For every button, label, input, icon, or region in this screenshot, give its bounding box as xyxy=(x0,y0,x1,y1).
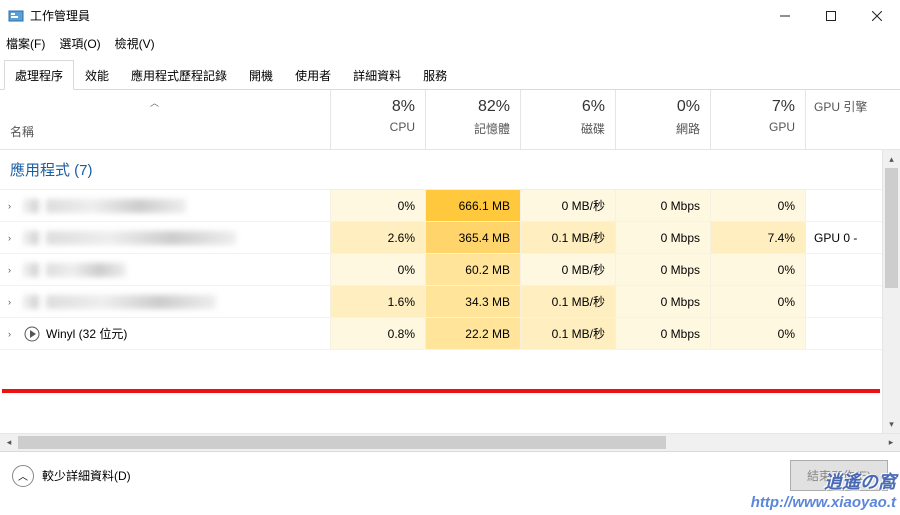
scroll-thumb[interactable] xyxy=(885,168,898,288)
cell-net: 0 Mbps xyxy=(615,222,710,253)
cell-gpu-engine xyxy=(805,254,882,285)
scroll-left-icon[interactable]: ◂ xyxy=(0,437,18,448)
cell-mem: 60.2 MB xyxy=(425,254,520,285)
header-disk[interactable]: 6%磁碟 xyxy=(520,90,615,149)
expand-chevron-icon[interactable]: › xyxy=(8,201,18,211)
maximize-button[interactable] xyxy=(808,0,854,32)
cell-net: 0 Mbps xyxy=(615,318,710,349)
cell-cpu: 2.6% xyxy=(330,222,425,253)
menu-options[interactable]: 選項(O) xyxy=(59,35,100,52)
table-row[interactable]: ›0%666.1 MB0 MB/秒0 Mbps0% xyxy=(0,190,882,222)
end-task-button[interactable]: 結束工作(E) xyxy=(790,460,888,491)
cell-mem: 365.4 MB xyxy=(425,222,520,253)
footer: ︿ 較少詳細資料(D) 結束工作(E) xyxy=(0,451,900,499)
cell-mem: 22.2 MB xyxy=(425,318,520,349)
header-network[interactable]: 0%網路 xyxy=(615,90,710,149)
play-icon xyxy=(24,326,40,342)
hscroll-thumb[interactable] xyxy=(18,436,666,449)
table-row[interactable]: ›0%60.2 MB0 MB/秒0 Mbps0% xyxy=(0,254,882,286)
table-row[interactable]: › 2.6%365.4 MB0.1 MB/秒0 Mbps7.4%GPU 0 - xyxy=(0,222,882,254)
cell-cpu: 0% xyxy=(330,254,425,285)
cell-gpu-engine xyxy=(805,286,882,317)
cell-gpu-engine xyxy=(805,190,882,221)
cell-gpu-engine: GPU 0 - xyxy=(805,222,882,253)
tab-5[interactable]: 詳細資料 xyxy=(342,60,412,90)
cell-net: 0 Mbps xyxy=(615,254,710,285)
process-name-redacted xyxy=(46,295,216,309)
tab-6[interactable]: 服務 xyxy=(412,60,458,90)
tab-0[interactable]: 處理程序 xyxy=(4,60,74,90)
cell-mem: 34.3 MB xyxy=(425,286,520,317)
column-headers: ︿ 名稱 8%CPU 82%記憶體 6%磁碟 0%網路 7%GPU GPU 引擎 xyxy=(0,90,900,150)
process-list-area: 應用程式 (7) ›0%666.1 MB0 MB/秒0 Mbps0%›2.6%3… xyxy=(0,150,900,433)
tab-4[interactable]: 使用者 xyxy=(284,60,342,90)
expand-chevron-icon[interactable]: › xyxy=(8,297,18,307)
cell-disk: 0.1 MB/秒 xyxy=(520,286,615,317)
cell-net: 0 Mbps xyxy=(615,286,710,317)
titlebar: 工作管理員 xyxy=(0,0,900,32)
header-memory[interactable]: 82%記憶體 xyxy=(425,90,520,149)
cell-disk: 0 MB/秒 xyxy=(520,190,615,221)
process-name-redacted xyxy=(46,199,186,213)
scroll-down-icon[interactable]: ▾ xyxy=(883,415,900,433)
menubar: 檔案(F) 選項(O) 檢視(V) xyxy=(0,32,900,54)
app-icon xyxy=(24,295,40,309)
fewer-details-toggle[interactable]: ︿ 較少詳細資料(D) xyxy=(12,465,131,487)
cell-disk: 0.1 MB/秒 xyxy=(520,318,615,349)
cell-net: 0 Mbps xyxy=(615,190,710,221)
scroll-up-icon[interactable]: ▴ xyxy=(883,150,900,168)
expand-chevron-icon[interactable]: › xyxy=(8,233,18,243)
header-name[interactable]: ︿ 名稱 xyxy=(0,90,330,149)
cell-mem: 666.1 MB xyxy=(425,190,520,221)
tabbar: 處理程序效能應用程式歷程記錄開機使用者詳細資料服務 xyxy=(0,60,900,90)
process-name-redacted xyxy=(46,263,126,277)
window-controls xyxy=(762,0,900,32)
table-row[interactable]: › Winyl (32 位元) 0.8%22.2 MB0.1 MB/秒0 Mbps0… xyxy=(0,318,882,350)
cell-gpu: 0% xyxy=(710,254,805,285)
menu-view[interactable]: 檢視(V) xyxy=(115,35,155,52)
tab-1[interactable]: 效能 xyxy=(74,60,120,90)
scroll-right-icon[interactable]: ▸ xyxy=(882,437,900,448)
process-name-redacted xyxy=(46,231,236,245)
header-gpu[interactable]: 7%GPU xyxy=(710,90,805,149)
table-row[interactable]: › 1.6%34.3 MB0.1 MB/秒0 Mbps0% xyxy=(0,286,882,318)
cell-cpu: 1.6% xyxy=(330,286,425,317)
horizontal-scrollbar[interactable]: ◂ ▸ xyxy=(0,433,900,451)
cell-gpu: 0% xyxy=(710,318,805,349)
app-icon xyxy=(24,231,40,245)
header-cpu[interactable]: 8%CPU xyxy=(330,90,425,149)
expand-chevron-icon[interactable]: › xyxy=(8,265,18,275)
vertical-scrollbar[interactable]: ▴ ▾ xyxy=(882,150,900,433)
expand-chevron-icon[interactable]: › xyxy=(8,329,18,339)
group-apps: 應用程式 (7) xyxy=(0,150,882,190)
cell-cpu: 0% xyxy=(330,190,425,221)
cell-disk: 0 MB/秒 xyxy=(520,254,615,285)
chevron-up-icon: ︿ xyxy=(12,465,34,487)
cell-gpu: 0% xyxy=(710,286,805,317)
window-title: 工作管理員 xyxy=(30,7,762,24)
minimize-button[interactable] xyxy=(762,0,808,32)
menu-file[interactable]: 檔案(F) xyxy=(6,35,45,52)
close-button[interactable] xyxy=(854,0,900,32)
cell-gpu: 7.4% xyxy=(710,222,805,253)
cell-gpu: 0% xyxy=(710,190,805,221)
process-name: Winyl (32 位元) xyxy=(46,325,127,342)
tab-3[interactable]: 開機 xyxy=(238,60,284,90)
app-icon xyxy=(24,263,40,277)
cell-gpu-engine xyxy=(805,318,882,349)
app-icon xyxy=(8,8,24,24)
cell-disk: 0.1 MB/秒 xyxy=(520,222,615,253)
cell-cpu: 0.8% xyxy=(330,318,425,349)
sort-arrow-icon: ︿ xyxy=(150,96,159,109)
highlight-underline xyxy=(2,389,880,393)
header-gpu-engine[interactable]: GPU 引擎 xyxy=(805,90,900,149)
app-icon xyxy=(24,199,40,213)
tab-2[interactable]: 應用程式歷程記錄 xyxy=(120,60,238,90)
